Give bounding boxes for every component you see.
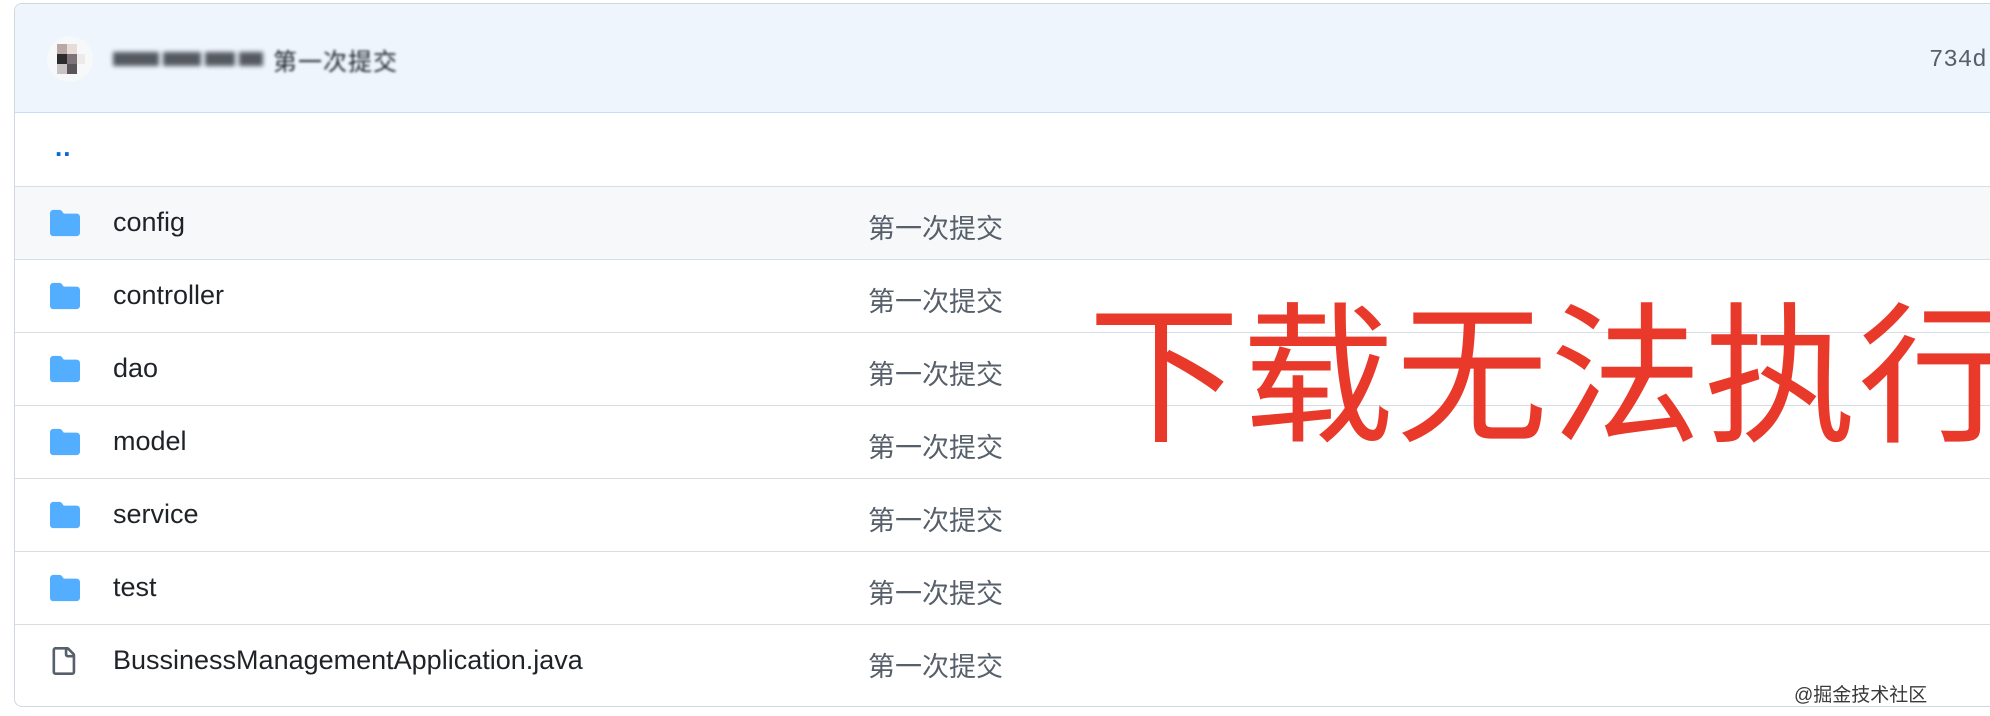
folder-name-link[interactable]: dao xyxy=(113,353,158,384)
folder-icon xyxy=(49,573,81,603)
folder-row[interactable]: service 第一次提交 xyxy=(15,479,1990,552)
folder-name-link[interactable]: test xyxy=(113,572,157,603)
folder-name-link[interactable]: controller xyxy=(113,280,224,311)
folder-name-link[interactable]: model xyxy=(113,426,187,457)
file-row[interactable]: BussinessManagementApplication.java 第一次提交 xyxy=(15,625,1990,698)
blurred-author-name xyxy=(113,52,159,66)
commit-hash[interactable]: 734d xyxy=(1929,47,1987,74)
folder-icon xyxy=(49,281,81,311)
file-name-link[interactable]: BussinessManagementApplication.java xyxy=(113,645,583,676)
folder-row[interactable]: test 第一次提交 xyxy=(15,552,1990,625)
commit-message-link[interactable]: 第一次提交 xyxy=(868,353,1003,392)
folder-name-link[interactable]: config xyxy=(113,207,185,238)
commit-message-link[interactable]: 第一次提交 xyxy=(868,280,1003,319)
latest-commit-bar: 第一次提交 734d xyxy=(15,4,1990,113)
parent-directory-link[interactable]: .. xyxy=(55,132,71,163)
commit-message-link[interactable]: 第一次提交 xyxy=(868,499,1003,538)
file-icon xyxy=(49,646,81,676)
folder-name-link[interactable]: service xyxy=(113,499,199,530)
commit-author-and-message[interactable]: 第一次提交 xyxy=(113,46,398,76)
commit-message-link[interactable]: 第一次提交 xyxy=(868,207,1003,246)
blurred-author-name xyxy=(205,52,235,66)
watermark: @掘金技术社区 xyxy=(1794,685,1928,706)
folder-icon xyxy=(49,500,81,530)
commit-message-link[interactable]: 第一次提交 xyxy=(868,572,1003,611)
overlay-annotation: 下载无法执行 xyxy=(1088,289,1990,466)
commit-message-link[interactable]: 第一次提交 xyxy=(868,426,1003,465)
commit-message-link[interactable]: 第一次提交 xyxy=(868,645,1003,684)
blurred-author-name xyxy=(163,52,201,66)
commit-message: 第一次提交 xyxy=(273,48,398,76)
author-avatar[interactable] xyxy=(47,36,93,82)
folder-row[interactable]: config 第一次提交 xyxy=(15,187,1990,260)
folder-icon xyxy=(49,208,81,238)
blurred-author-name xyxy=(239,52,263,66)
folder-icon xyxy=(49,427,81,457)
folder-icon xyxy=(49,354,81,384)
parent-directory-row[interactable]: .. xyxy=(15,114,1990,187)
